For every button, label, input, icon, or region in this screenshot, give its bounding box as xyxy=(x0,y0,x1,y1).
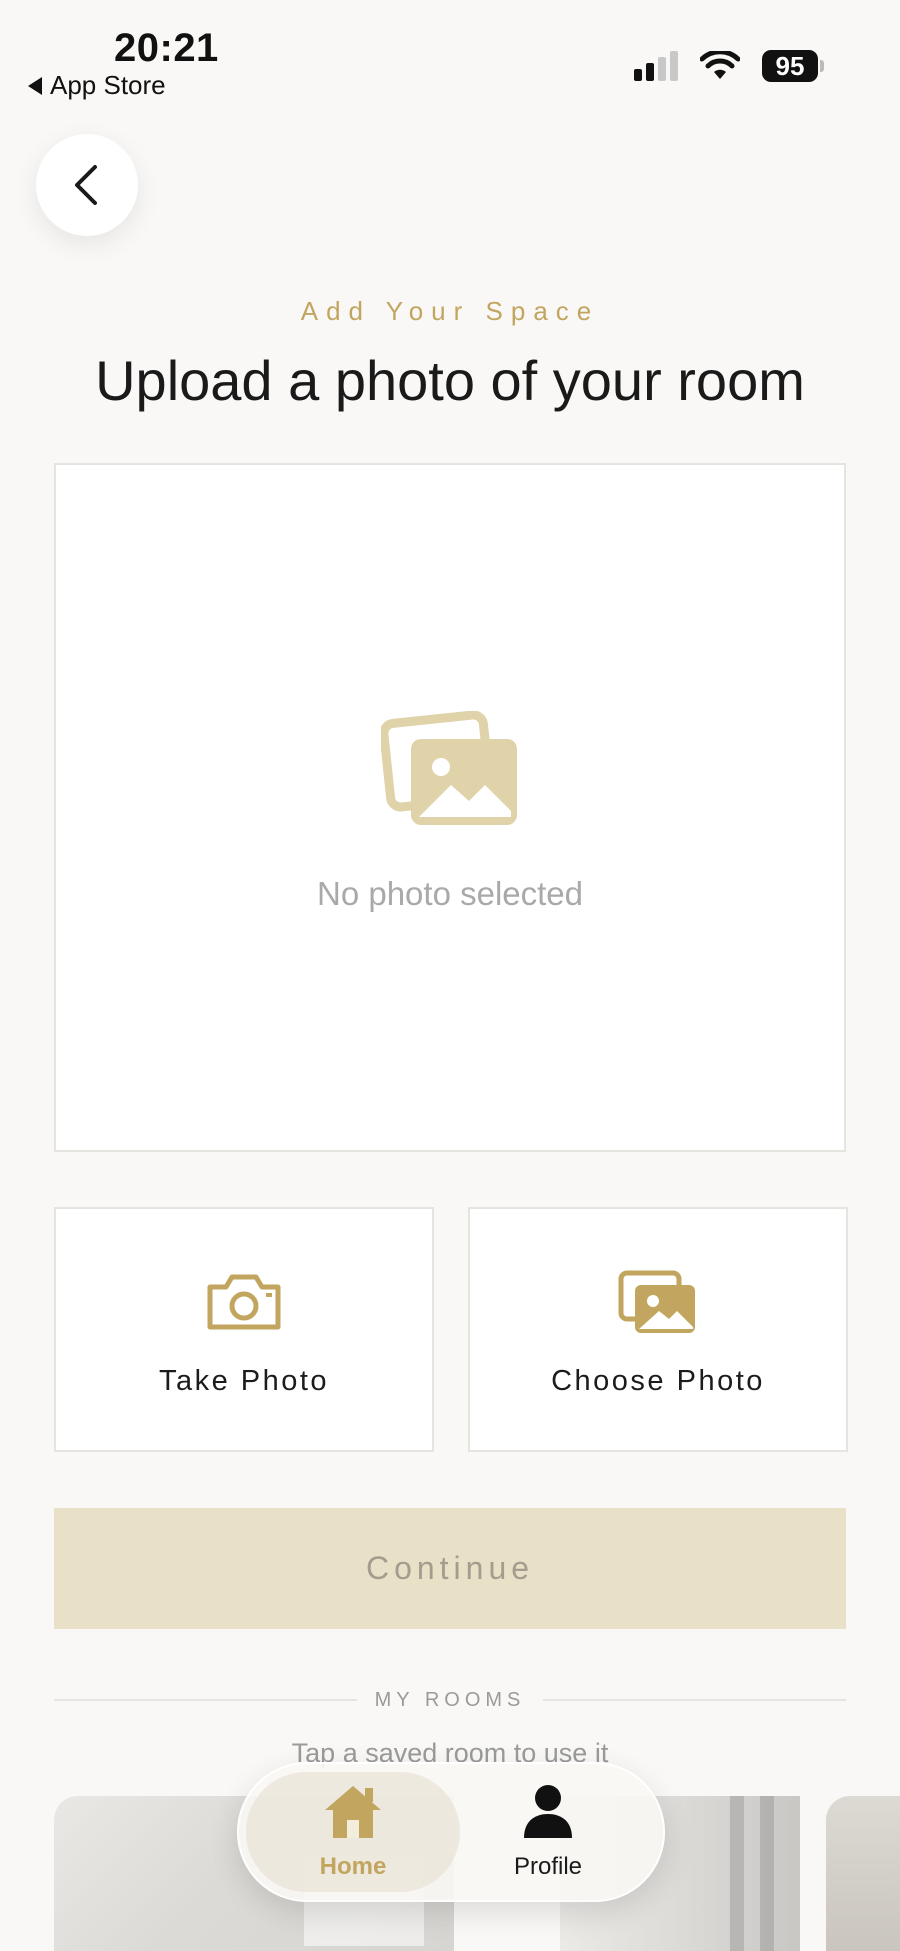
battery-level: 95 xyxy=(762,50,818,82)
wifi-icon xyxy=(700,51,740,79)
battery-icon: 95 xyxy=(762,50,824,82)
photo-preview-area: No photo selected xyxy=(54,463,846,1152)
my-rooms-heading: MY ROOMS xyxy=(374,1688,526,1711)
tab-profile[interactable]: Profile xyxy=(448,1782,648,1881)
tab-home[interactable]: Home xyxy=(253,1782,453,1881)
take-photo-button[interactable]: Take Photo xyxy=(54,1207,434,1452)
tab-profile-label: Profile xyxy=(513,1853,583,1880)
status-time: 20:21 xyxy=(114,26,219,70)
continue-button[interactable]: Continue xyxy=(54,1508,846,1629)
my-rooms-divider: MY ROOMS xyxy=(54,1685,847,1715)
person-icon xyxy=(524,1785,572,1838)
choose-photo-button[interactable]: Choose Photo xyxy=(468,1207,848,1452)
back-button[interactable] xyxy=(36,134,138,236)
section-eyebrow: Add Your Space xyxy=(300,296,600,326)
tab-home-label: Home xyxy=(319,1853,387,1880)
camera-icon xyxy=(207,1274,281,1330)
choose-photo-label: Choose Photo xyxy=(551,1365,765,1397)
back-app-label: App Store xyxy=(50,70,166,100)
photo-library-icon xyxy=(618,1270,695,1333)
chevron-left-icon xyxy=(75,165,97,205)
status-indicators: 95 xyxy=(634,50,824,82)
no-photo-text: No photo selected xyxy=(316,875,583,912)
take-photo-label: Take Photo xyxy=(158,1365,330,1397)
house-icon xyxy=(325,1786,381,1838)
back-triangle-icon xyxy=(28,76,42,95)
photos-icon xyxy=(381,711,517,825)
back-to-app-store[interactable]: App Store xyxy=(28,70,166,101)
saved-room-card[interactable] xyxy=(826,1796,900,1951)
page-title: Upload a photo of your room xyxy=(95,349,805,412)
cellular-signal-icon xyxy=(634,51,678,81)
tab-bar: Home Profile xyxy=(237,1762,665,1902)
